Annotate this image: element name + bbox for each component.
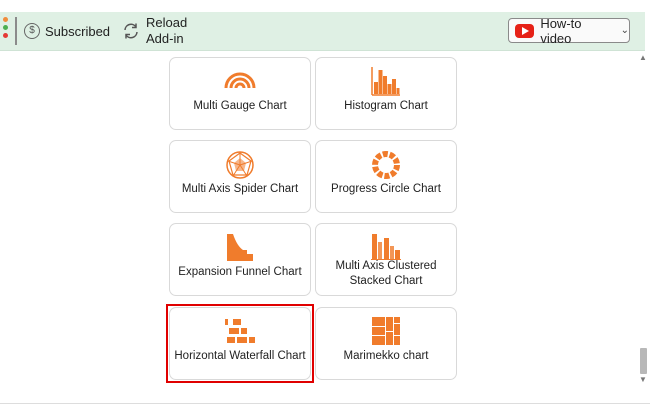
how-to-video-label: How-to video (540, 15, 582, 46)
dollar-circle-icon: $ (24, 23, 40, 39)
chart-card-label: Multi Gauge Chart (193, 100, 287, 112)
chevron-down-icon: ⌄ (620, 25, 629, 36)
scroll-down-arrow-icon[interactable]: ▼ (639, 375, 647, 384)
progress-circle-icon (372, 151, 400, 179)
subscribed-button[interactable]: $ Subscribed (24, 23, 110, 39)
reload-addin-button[interactable]: Reload Add-in (122, 15, 187, 47)
subscribed-label: Subscribed (45, 23, 111, 39)
chart-gallery: Multi Gauge Chart Histogram Chart Multi … (0, 51, 636, 403)
youtube-icon (515, 23, 535, 38)
expansion-funnel-icon (227, 234, 253, 261)
horizontal-waterfall-icon (225, 319, 255, 343)
chart-card-label: Expansion Funnel Chart (178, 266, 302, 278)
spider-icon (226, 151, 254, 179)
how-to-video-dropdown[interactable]: How-to video ⌄ (508, 15, 630, 46)
chart-card-clustered-stacked[interactable]: Multi Axis Clustered Stacked Chart (315, 223, 457, 296)
marimekko-icon (372, 317, 400, 345)
menu-dots-icon[interactable] (3, 17, 9, 45)
chart-card-label: Marimekko chart (343, 350, 429, 362)
chart-card-label: Multi Axis Spider Chart (181, 183, 299, 195)
reload-label-line2: Add-in (146, 31, 184, 46)
chart-card-horizontal-waterfall[interactable]: Horizontal Waterfall Chart (169, 307, 311, 380)
vertical-scrollbar[interactable]: ▲ ▼ (637, 51, 650, 384)
chart-card-label: Multi Axis Clustered Stacked Chart (335, 260, 437, 287)
clustered-stacked-icon (371, 234, 401, 260)
bottom-divider (0, 403, 650, 404)
chart-card-marimekko[interactable]: Marimekko chart (315, 307, 457, 380)
reload-label-line1: Reload (146, 15, 188, 30)
chart-card-progress-circle[interactable]: Progress Circle Chart (315, 140, 457, 213)
multi-gauge-icon (224, 72, 256, 89)
histogram-icon (371, 67, 400, 96)
toolbar-divider (15, 17, 17, 45)
reload-icon (124, 23, 138, 39)
addin-toolbar: $ Subscribed Reload Add-in How-to video … (0, 12, 645, 51)
chart-card-multi-gauge[interactable]: Multi Gauge Chart (169, 57, 311, 130)
chart-card-label: Histogram Chart (344, 100, 428, 112)
chart-card-histogram[interactable]: Histogram Chart (315, 57, 457, 130)
chart-card-label: Horizontal Waterfall Chart (174, 350, 306, 362)
chart-card-expansion-funnel[interactable]: Expansion Funnel Chart (169, 223, 311, 296)
reload-label: Reload Add-in (146, 15, 187, 47)
chart-card-label: Progress Circle Chart (331, 183, 441, 195)
chart-card-spider[interactable]: Multi Axis Spider Chart (169, 140, 311, 213)
scrollbar-thumb[interactable] (640, 348, 647, 374)
scroll-up-arrow-icon[interactable]: ▲ (639, 53, 647, 62)
